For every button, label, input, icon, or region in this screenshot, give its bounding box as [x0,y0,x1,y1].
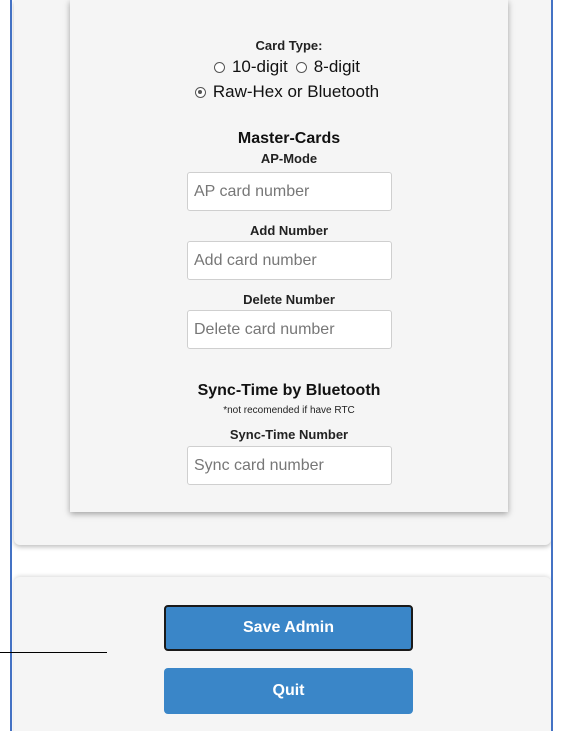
card-type-row-1: 10-digit 8-digit [70,57,508,77]
ap-mode-input[interactable] [187,172,392,211]
radio-raw-hex[interactable] [194,86,206,98]
card-type-label: Card Type: [255,38,323,53]
actions-panel: Save Admin Quit [14,577,551,731]
sync-time-number-label: Sync-Time Number [229,427,349,442]
delete-number-label: Delete Number [243,292,335,307]
card-type-row-2: Raw-Hex or Bluetooth [70,82,508,102]
annotation-pointer-line [0,652,107,653]
add-number-input[interactable] [187,241,392,280]
radio-10-digit-label[interactable]: 10-digit [232,57,288,77]
add-number-label: Add Number [250,223,328,238]
card-settings-card: Card Type: 10-digit 8-digit Raw-Hex or B… [70,0,508,512]
sync-time-title: Sync-Time by Bluetooth [197,382,381,399]
master-cards-title: Master-Cards [237,130,341,147]
browser-viewport: Card Type: 10-digit 8-digit Raw-Hex or B… [10,0,553,731]
sync-time-input[interactable] [187,446,392,485]
radio-8-digit[interactable] [295,61,307,73]
radio-8-digit-label[interactable]: 8-digit [314,57,360,77]
delete-number-input[interactable] [187,310,392,349]
radio-raw-hex-label[interactable]: Raw-Hex or Bluetooth [213,82,379,102]
save-admin-button[interactable]: Save Admin [164,605,413,651]
ap-mode-label: AP-Mode [260,151,318,166]
radio-10-digit[interactable] [213,61,225,73]
quit-button[interactable]: Quit [164,668,413,714]
rtc-note: *not recomended if have RTC [223,405,355,416]
admin-settings-panel: Card Type: 10-digit 8-digit Raw-Hex or B… [14,0,551,545]
